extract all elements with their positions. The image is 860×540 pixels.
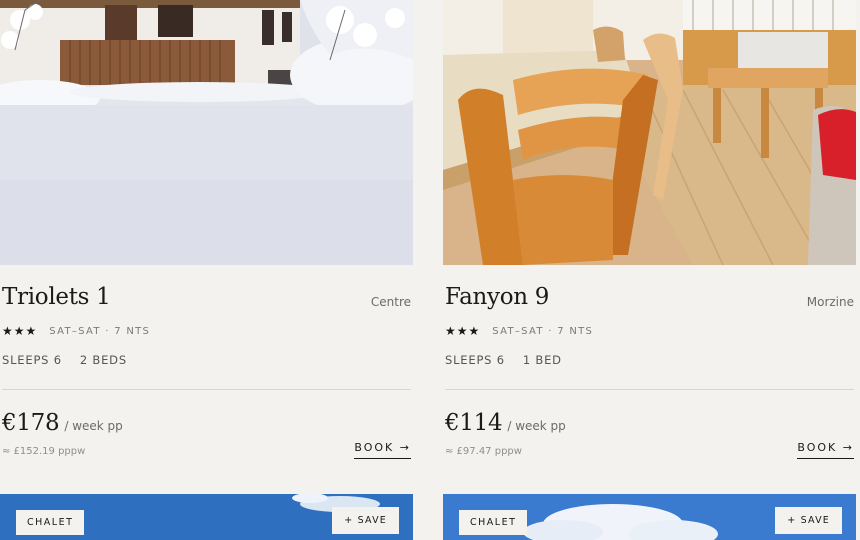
listing-title[interactable]: Triolets 1 — [2, 284, 111, 310]
sleeps-count: SLEEPS 6 — [445, 353, 505, 367]
divider — [445, 389, 854, 390]
listing-location: Centre — [370, 295, 411, 309]
property-type-badge: CHALET — [459, 510, 528, 535]
price-unit: / week pp — [507, 419, 566, 433]
wooden-dining-room-image — [443, 0, 856, 265]
book-button[interactable]: BOOK → — [797, 441, 854, 459]
book-button[interactable]: BOOK → — [354, 441, 411, 459]
beds-count: 1 BED — [522, 353, 562, 367]
price-gbp-estimate: ≈ £152.19 pppw — [2, 446, 86, 457]
star-rating: ★★★ — [445, 324, 481, 338]
price-unit: / week pp — [64, 419, 123, 433]
price-gbp-estimate: ≈ £97.47 pppw — [445, 446, 522, 457]
listing-meta: ★★★ SAT–SAT · 7 NTS — [445, 324, 593, 338]
stay-duration: SAT–SAT · 7 NTS — [49, 325, 151, 337]
listing-meta: ★★★ SAT–SAT · 7 NTS — [2, 324, 150, 338]
divider — [2, 389, 411, 390]
listing-title[interactable]: Fanyon 9 — [445, 284, 549, 310]
property-type-badge: CHALET — [16, 510, 85, 535]
capacity-info: SLEEPS 6 1 BED — [445, 353, 562, 367]
snow-chalet-image — [0, 0, 413, 265]
capacity-info: SLEEPS 6 2 BEDS — [2, 353, 127, 367]
beds-count: 2 BEDS — [79, 353, 127, 367]
listing-photo[interactable] — [0, 0, 413, 265]
sleeps-count: SLEEPS 6 — [2, 353, 62, 367]
listing-photo[interactable] — [443, 0, 856, 265]
stay-duration: SAT–SAT · 7 NTS — [492, 325, 594, 337]
save-button[interactable]: + SAVE — [332, 507, 399, 534]
listing-location: Morzine — [806, 295, 854, 309]
price-row: €178 / week pp — [2, 410, 123, 436]
star-rating: ★★★ — [2, 324, 38, 338]
price: €178 — [2, 410, 60, 436]
price-row: €114 / week pp — [445, 410, 566, 436]
price: €114 — [445, 410, 503, 436]
save-button[interactable]: + SAVE — [775, 507, 842, 534]
